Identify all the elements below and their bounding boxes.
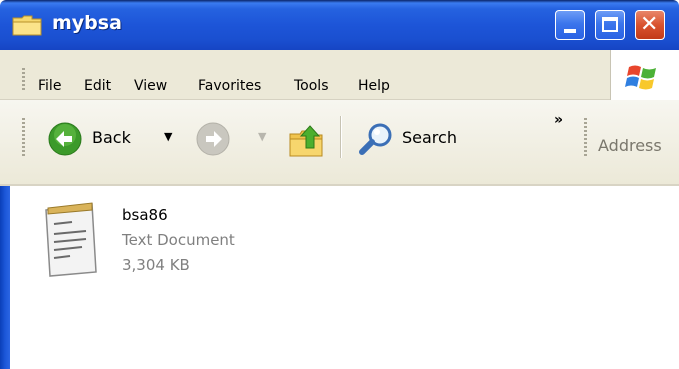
windows-flag-icon bbox=[625, 65, 656, 90]
back-label: Back bbox=[92, 128, 131, 147]
windows-logo bbox=[610, 50, 679, 100]
maximize-icon bbox=[602, 17, 618, 32]
search-button[interactable]: Search bbox=[358, 118, 470, 158]
toolbar-overflow-chevron[interactable]: » bbox=[554, 112, 563, 128]
close-icon: ✕ bbox=[640, 12, 659, 37]
file-name: bsa86 bbox=[122, 206, 168, 224]
menubar-grip[interactable] bbox=[22, 68, 25, 92]
menu-file-label: File bbox=[38, 78, 62, 94]
folder-icon bbox=[12, 15, 42, 36]
toolbar-separator bbox=[340, 116, 342, 158]
up-folder-button[interactable] bbox=[288, 120, 328, 160]
up-folder-icon bbox=[289, 125, 323, 157]
toolbar-grip[interactable] bbox=[22, 118, 25, 158]
menu-tools[interactable]: Tools bbox=[294, 78, 329, 94]
title-bar[interactable]: mybsa ✕ bbox=[0, 0, 679, 50]
menu-favorites-label: Favorites bbox=[198, 78, 262, 94]
minimize-icon bbox=[564, 29, 576, 33]
forward-arrow-icon bbox=[196, 122, 230, 156]
file-type: Text Document bbox=[122, 231, 235, 249]
minimize-button[interactable] bbox=[555, 10, 585, 40]
close-button[interactable]: ✕ bbox=[635, 10, 665, 40]
back-button[interactable]: Back ▼ bbox=[48, 118, 180, 158]
file-size: 3,304 KB bbox=[122, 256, 190, 274]
menu-file[interactable]: File bbox=[38, 78, 61, 94]
menu-edit-label: Edit bbox=[84, 78, 112, 94]
menu-help[interactable]: Help bbox=[358, 78, 390, 94]
maximize-button[interactable] bbox=[595, 10, 625, 40]
menu-view[interactable]: View bbox=[134, 78, 167, 94]
address-bar-grip[interactable] bbox=[584, 118, 587, 158]
back-arrow-icon bbox=[48, 122, 82, 156]
menu-edit[interactable]: Edit bbox=[84, 78, 111, 94]
address-label: Address bbox=[598, 136, 662, 155]
window-title: mybsa bbox=[52, 12, 122, 34]
back-dropdown-icon[interactable]: ▼ bbox=[164, 130, 172, 143]
menu-help-label: Help bbox=[358, 78, 390, 94]
search-label: Search bbox=[402, 128, 457, 147]
search-icon bbox=[359, 123, 392, 155]
forward-button[interactable]: ▼ bbox=[196, 118, 272, 158]
text-document-icon bbox=[45, 202, 97, 277]
menu-bar: File Edit View Favorites Tools Help bbox=[0, 50, 679, 100]
menu-view-label: View bbox=[134, 78, 168, 94]
menu-favorites[interactable]: Favorites bbox=[198, 78, 261, 94]
forward-dropdown-icon[interactable]: ▼ bbox=[258, 130, 266, 143]
menu-tools-label: Tools bbox=[294, 78, 329, 94]
